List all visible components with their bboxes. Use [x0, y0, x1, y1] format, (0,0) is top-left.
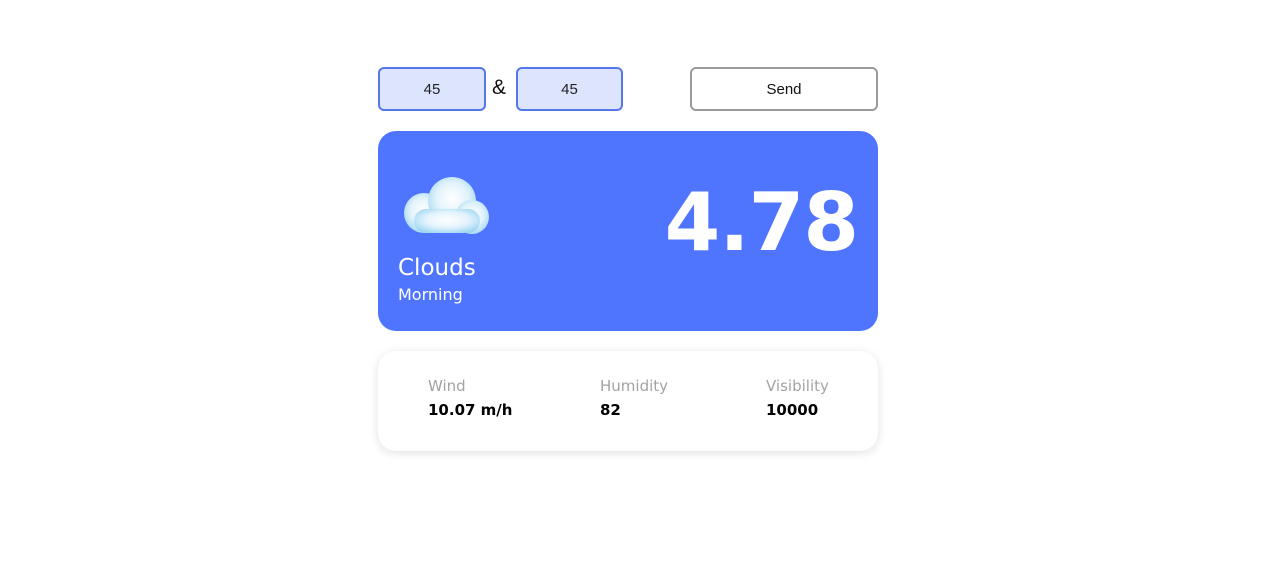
visibility-value: 10000 [766, 401, 819, 419]
humidity-detail: Humidity 82 [600, 377, 668, 419]
weather-details-card: Wind 10.07 m/h Humidity 82 Visibility 10… [378, 351, 878, 451]
visibility-label: Visibility [766, 377, 829, 395]
longitude-input[interactable] [516, 67, 623, 111]
humidity-label: Humidity [600, 377, 669, 395]
time-of-day: Morning [398, 285, 463, 304]
coordinate-separator: & [492, 76, 507, 99]
weather-condition: Clouds [398, 255, 476, 281]
humidity-value: 82 [600, 401, 621, 419]
weather-card: Clouds Morning 4.78 [378, 131, 878, 331]
coordinate-controls: & Send [378, 67, 878, 111]
visibility-detail: Visibility 10000 [766, 377, 829, 419]
wind-detail: Wind 10.07 m/h [428, 377, 512, 419]
temperature-value: 4.78 [664, 176, 859, 269]
cloud-icon [400, 173, 492, 239]
wind-label: Wind [428, 377, 466, 395]
latitude-input[interactable] [378, 67, 486, 111]
wind-value: 10.07 m/h [428, 401, 513, 419]
send-button[interactable]: Send [690, 67, 878, 111]
weather-app: & Send Clouds [378, 67, 878, 451]
